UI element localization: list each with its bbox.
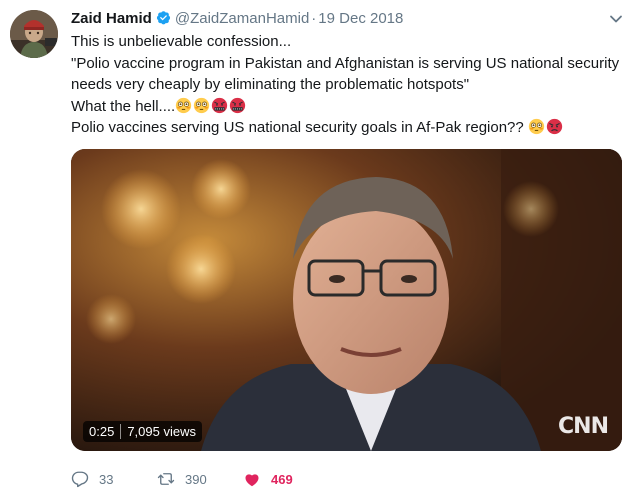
avatar-image: [10, 10, 58, 58]
reply-button[interactable]: 33: [71, 470, 157, 488]
avatar[interactable]: [10, 10, 58, 58]
flushed-face-emoji: [194, 97, 210, 113]
tweet-line-with-emoji: Polio vaccines serving US national secur…: [71, 117, 626, 139]
video-thumbnail: [71, 149, 622, 451]
retweet-count: 390: [185, 471, 207, 487]
video-duration: 0:25: [89, 424, 115, 439]
tweet-line: This is unbelievable confession...: [71, 33, 292, 50]
author-name[interactable]: Zaid Hamid: [71, 10, 152, 27]
reply-count: 33: [99, 471, 114, 487]
verified-badge-icon: [156, 11, 170, 25]
cursing-face-emoji: [230, 97, 246, 113]
angry-face-emoji: [546, 118, 563, 135]
retweet-button[interactable]: 390: [157, 470, 243, 488]
video-stats-pill: 0:25 7,095 views: [83, 421, 202, 442]
flushed-face-emoji: [528, 118, 545, 135]
pill-divider: [120, 424, 122, 439]
heart-icon: [245, 474, 259, 487]
tweet-line-text: Polio vaccines serving US national secur…: [71, 119, 524, 136]
author-handle[interactable]: @ZaidZamanHamid: [175, 10, 309, 27]
flushed-face-emoji: [176, 97, 192, 113]
tweet-card: Zaid Hamid @ZaidZamanHamid · 19 Dec 2018 Th…: [0, 0, 635, 499]
cnn-watermark: CNN: [558, 414, 609, 439]
tweet-date[interactable]: 19 Dec 2018: [318, 10, 403, 27]
tweet-text: This is unbelievable confession... "Poli…: [71, 31, 626, 139]
tweet-line-with-emoji: What the hell....: [71, 96, 626, 118]
tweet-line-text: What the hell....: [71, 97, 176, 115]
like-count: 469: [271, 471, 293, 487]
like-button[interactable]: 469: [243, 470, 329, 488]
video-views: 7,095 views: [127, 424, 196, 439]
tweet-line: "Polio vaccine program in Pakistan and A…: [71, 54, 620, 72]
video-player[interactable]: 0:25 7,095 views CNN: [71, 149, 622, 451]
caret-down-icon[interactable]: [609, 12, 623, 26]
reply-icon: [71, 471, 89, 488]
cursing-face-emoji: [212, 97, 228, 113]
tweet-actions: 33 390 469: [71, 470, 329, 488]
tweet-header: Zaid Hamid @ZaidZamanHamid · 19 Dec 2018: [71, 9, 403, 28]
tweet-line: needs very cheaply by eliminating the pr…: [71, 76, 470, 93]
separator-dot: ·: [311, 10, 317, 27]
retweet-icon: [157, 473, 175, 485]
